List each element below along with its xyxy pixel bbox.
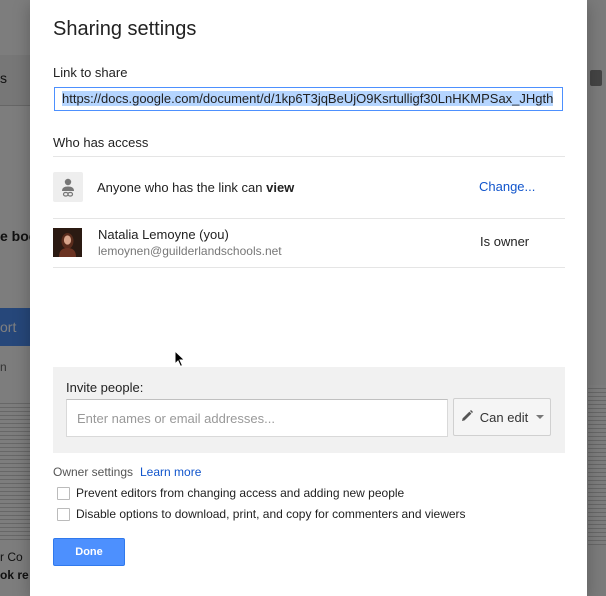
sharing-dialog: Sharing settings Link to share https://d…: [30, 0, 587, 596]
invite-panel: Invite people: Can edit: [53, 367, 565, 453]
access-description: Anyone who has the link can view: [97, 180, 294, 195]
share-link-field[interactable]: https://docs.google.com/document/d/1kp6T…: [54, 87, 563, 111]
chevron-down-icon: [536, 415, 545, 419]
mouse-cursor-icon: [174, 349, 186, 373]
change-access-link[interactable]: Change...: [479, 179, 535, 194]
dialog-title: Sharing settings: [53, 18, 197, 40]
disable-download-option[interactable]: Disable options to download, print, and …: [57, 507, 466, 521]
who-has-access-label: Who has access: [53, 135, 149, 150]
user-name: Natalia Lemoyne (you): [98, 227, 229, 242]
prevent-editors-option[interactable]: Prevent editors from changing access and…: [57, 486, 404, 500]
done-button[interactable]: Done: [53, 538, 125, 566]
permission-label: Can edit: [479, 409, 529, 425]
divider: [53, 267, 565, 268]
link-people-icon: [53, 172, 83, 202]
divider: [53, 218, 565, 219]
permission-dropdown[interactable]: Can edit: [453, 398, 551, 436]
owner-role: Is owner: [480, 234, 530, 249]
owner-settings-label: Owner settings: [53, 465, 134, 479]
access-level: view: [266, 180, 295, 195]
pencil-icon: [460, 409, 474, 426]
link-to-share-label: Link to share: [53, 65, 128, 80]
divider: [53, 156, 565, 157]
disable-download-checkbox[interactable]: [57, 507, 70, 521]
user-email: lemoynen@guilderlandschools.net: [98, 244, 282, 258]
learn-more-link[interactable]: Learn more: [140, 465, 201, 479]
disable-download-label: Disable options to download, print, and …: [76, 507, 466, 521]
prevent-editors-label: Prevent editors from changing access and…: [76, 486, 405, 500]
prevent-editors-checkbox[interactable]: [57, 486, 70, 500]
invite-label: Invite people:: [66, 380, 144, 395]
invite-input[interactable]: [66, 399, 448, 437]
access-prefix: Anyone who has the link can: [97, 180, 267, 195]
share-link-text: https://docs.google.com/document/d/1kp6T…: [62, 91, 554, 106]
user-avatar: [53, 228, 82, 257]
